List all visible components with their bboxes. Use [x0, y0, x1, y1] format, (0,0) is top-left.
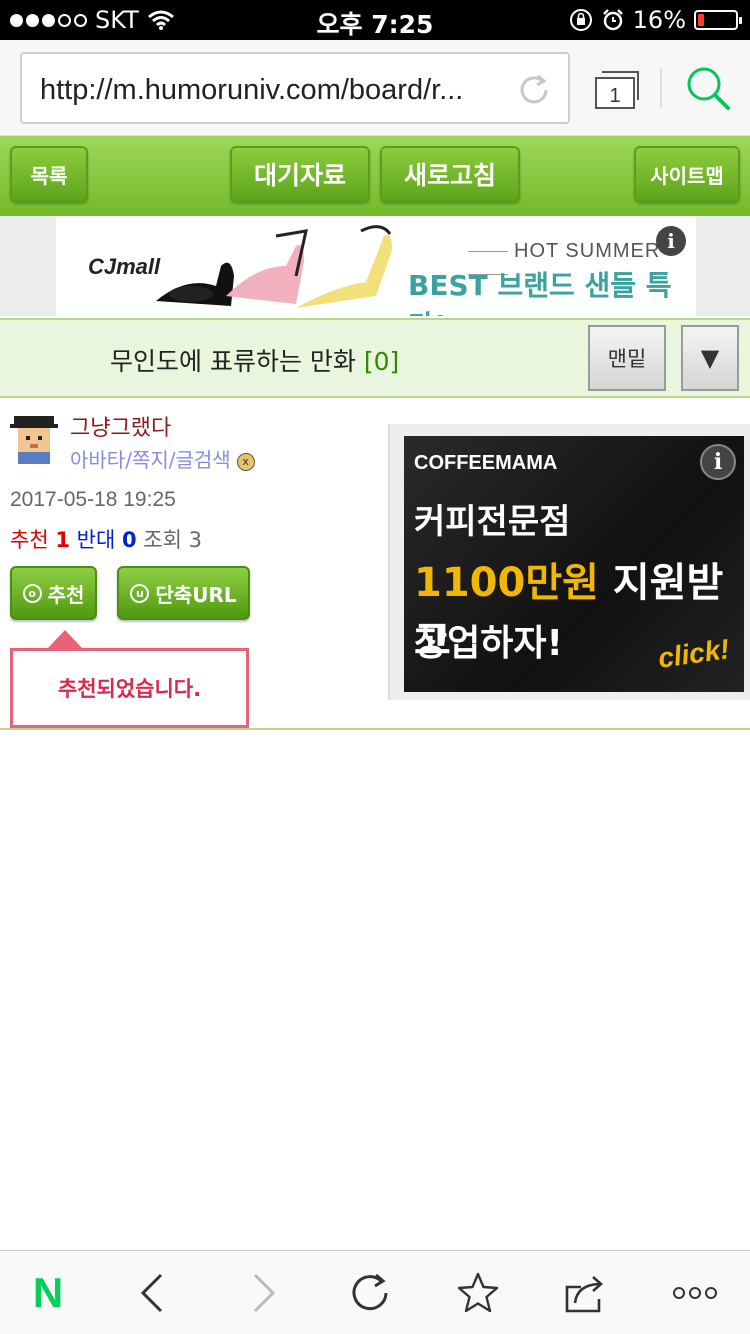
oppose-count: 0 [121, 528, 137, 552]
recommend-button[interactable]: o 추천 [10, 566, 97, 620]
browser-address-bar: http://m.humoruniv.com/board/r... 1 [0, 40, 750, 136]
tabs-icon: 1 [595, 71, 639, 109]
sitemap-button[interactable]: 사이트맵 [634, 146, 740, 202]
post-stats: 추천 1 반대 0 조회 3 [10, 524, 202, 554]
coffee-ad-amount: 1100만원 [414, 560, 599, 606]
search-icon[interactable] [684, 64, 732, 112]
battery-percent: 16% [632, 6, 686, 34]
post-title-text: 무인도에 표류하는 만화 [110, 347, 356, 376]
author-links: 아바타/쪽지/글검색 x [70, 444, 255, 473]
ad-info-icon[interactable]: i [656, 226, 686, 256]
reload-icon [352, 1273, 388, 1311]
post-date: 2017-05-18 19:25 [10, 488, 176, 511]
member-badge-icon: x [236, 452, 255, 471]
ad-info-icon[interactable]: i [700, 444, 736, 480]
bookmark-button[interactable] [456, 1271, 500, 1315]
toolbar-divider [660, 68, 662, 108]
forward-button[interactable] [242, 1271, 286, 1315]
views-label: 조회 [143, 528, 182, 552]
orientation-lock-icon [569, 9, 592, 31]
avatar[interactable] [10, 412, 58, 464]
tooltip-arrow [47, 630, 83, 649]
recommended-tooltip: 추천되었습니다. [10, 648, 249, 728]
refresh-button[interactable]: 새로고침 [380, 146, 520, 202]
url-field[interactable]: http://m.humoruniv.com/board/r... [20, 52, 570, 124]
short-url-button-label: 단축URL [155, 582, 237, 607]
views-count: 3 [188, 528, 202, 552]
ad-banner-area: CJmall HOT SUMMER BEST 브랜드 샌들 특가! i [0, 216, 750, 316]
recommend-icon: o [22, 583, 42, 603]
tab-count: 1 [609, 85, 620, 107]
short-url-button[interactable]: u 단축URL [117, 566, 250, 620]
coffee-ad-line1: 커피전문점 [414, 502, 571, 542]
recommend-button-label: 추천 [47, 582, 85, 607]
battery-icon [694, 10, 742, 30]
list-button[interactable]: 목록 [10, 146, 88, 202]
ad-banner[interactable]: CJmall HOT SUMMER BEST 브랜드 샌들 특가! i [56, 216, 696, 316]
author-links-text[interactable]: 아바타/쪽지/글검색 [70, 448, 231, 472]
coffee-ad[interactable]: COFFEEMAMA 커피전문점 1100만원 지원받고 창업하자! click… [404, 436, 744, 692]
share-icon [565, 1276, 603, 1313]
side-ad-area: COFFEEMAMA 커피전문점 1100만원 지원받고 창업하자! click… [388, 424, 750, 700]
scroll-bottom-button[interactable]: 맨밑 [588, 325, 666, 391]
oppose-label: 반대 [76, 528, 116, 552]
browser-bottom-toolbar: N [0, 1250, 750, 1334]
pending-button[interactable]: 대기자료 [230, 146, 370, 202]
status-bar: SKT 오후 7:25 16% [0, 0, 750, 40]
more-button[interactable] [672, 1271, 718, 1315]
star-icon [457, 1272, 499, 1313]
recommend-label: 추천 [10, 528, 49, 552]
post-title: 무인도에 표류하는 만화 [0] [110, 342, 399, 378]
share-button[interactable] [563, 1271, 607, 1315]
status-icons: 16% [569, 6, 742, 34]
naver-logo-icon: N [32, 1269, 64, 1316]
more-icon [673, 1287, 717, 1299]
tabs-button[interactable]: 1 [594, 70, 640, 110]
dropdown-button[interactable]: ▼ [681, 325, 739, 391]
url-text: http://m.humoruniv.com/board/r... [40, 74, 464, 106]
naver-home-button[interactable]: N [26, 1269, 70, 1316]
recommend-count: 1 [55, 528, 70, 552]
reload-button[interactable] [348, 1271, 392, 1315]
author-name[interactable]: 그냥그랬다 [70, 410, 171, 442]
back-icon [140, 1273, 163, 1313]
alarm-icon [602, 9, 623, 31]
coffee-ad-line3: 창업하자! [414, 623, 563, 664]
post-info: 그냥그랬다 아바타/쪽지/글검색 x 2017-05-18 19:25 추천 1 … [0, 398, 750, 730]
sandals-image [156, 225, 392, 308]
link-icon: u [130, 583, 150, 603]
board-toolbar: 목록 대기자료 새로고침 사이트맵 [0, 136, 750, 216]
back-button[interactable] [130, 1271, 174, 1315]
reload-icon[interactable] [516, 72, 552, 108]
coffee-ad-brand: COFFEEMAMA [414, 452, 558, 474]
post-title-bar: 무인도에 표류하는 만화 [0] 맨밑 ▼ [0, 318, 750, 398]
ad-headline: BEST 브랜드 샌들 특가! [408, 269, 672, 316]
comment-count: [0] [363, 347, 400, 376]
forward-icon [253, 1273, 276, 1313]
